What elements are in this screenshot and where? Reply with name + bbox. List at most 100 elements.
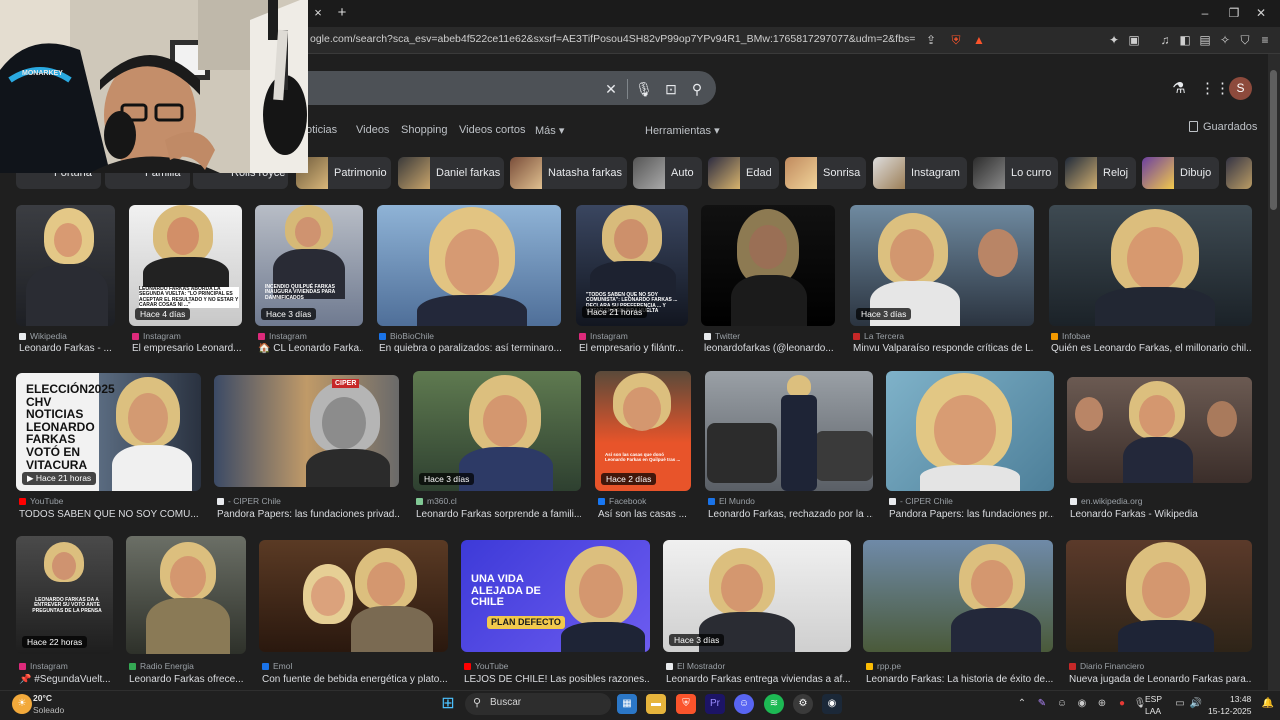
tab-more[interactable]: Más ▾ bbox=[535, 124, 564, 138]
image-result-21[interactable] bbox=[863, 540, 1053, 652]
tab-short-videos[interactable]: Videos cortos bbox=[459, 124, 525, 138]
tray-pen-icon[interactable]: ✎ bbox=[1032, 694, 1052, 714]
image-result-9[interactable]: ELECCIÓN2025 CHV NOTICIAS LEONARDO FARKA… bbox=[16, 373, 201, 491]
tools-button[interactable]: Herramientas ▾ bbox=[645, 124, 720, 138]
result-15-caption[interactable]: Leonardo Farkas - Wikipedia bbox=[1070, 509, 1252, 522]
search-input[interactable] bbox=[300, 71, 716, 105]
result-17-caption[interactable]: Leonardo Farkas ofrece... bbox=[129, 674, 246, 687]
spotify-icon[interactable]: ≋ bbox=[764, 694, 784, 714]
clock-time[interactable]: 13:48 bbox=[1230, 694, 1251, 704]
result-18-caption[interactable]: Con fuente de bebida energética y plato.… bbox=[262, 674, 448, 687]
image-result-13[interactable] bbox=[705, 371, 873, 491]
discord-icon[interactable]: ☺ bbox=[734, 694, 754, 714]
result-19-caption[interactable]: LEJOS DE CHILE! Las posibles razones... bbox=[464, 674, 650, 687]
taskbar-search[interactable]: ⚲ Buscar bbox=[465, 693, 611, 715]
image-result-17[interactable] bbox=[126, 536, 246, 654]
premiere-pro-icon[interactable]: Pr bbox=[705, 694, 725, 714]
chip-dibujo[interactable]: Dibujo bbox=[1142, 157, 1219, 189]
chip-lo-curro[interactable]: Lo curro bbox=[973, 157, 1058, 189]
result-14-caption[interactable]: Pandora Papers: las fundaciones pr... bbox=[889, 509, 1054, 522]
result-8-caption[interactable]: Quién es Leonardo Farkas, el millonario … bbox=[1051, 343, 1252, 356]
image-result-1[interactable] bbox=[16, 205, 115, 326]
result-1-caption[interactable]: Leonardo Farkas - ... bbox=[19, 343, 115, 356]
chip-sonrisa[interactable]: Sonrisa bbox=[785, 157, 866, 189]
tray-discord-icon[interactable]: ☺ bbox=[1052, 694, 1072, 714]
weather-desc[interactable]: Soleado bbox=[33, 705, 64, 715]
result-13-caption[interactable]: Leonardo Farkas, rechazado por la ... bbox=[708, 509, 873, 522]
brave-rewards-icon[interactable]: ▲ bbox=[969, 31, 989, 49]
result-5-caption[interactable]: El empresario y filántr... bbox=[579, 343, 688, 356]
chip-reloj[interactable]: Reloj bbox=[1065, 157, 1136, 189]
minimize-button[interactable]: – bbox=[1196, 4, 1214, 22]
weather-temp[interactable]: 20°C bbox=[33, 693, 52, 703]
new-tab-button[interactable]: + bbox=[333, 4, 351, 22]
image-result-11[interactable]: Hace 3 días bbox=[413, 371, 581, 491]
chip-edad[interactable]: Edad bbox=[708, 157, 779, 189]
leo-ai-icon[interactable]: ✧ bbox=[1215, 31, 1235, 49]
result-6-caption[interactable]: leonardofarkas (@leonardo... bbox=[704, 343, 835, 356]
language-bottom[interactable]: LAA bbox=[1145, 706, 1161, 716]
image-result-4[interactable] bbox=[377, 205, 561, 326]
image-result-10[interactable]: CIPER bbox=[214, 375, 399, 487]
tray-recording-icon[interactable]: ● bbox=[1112, 694, 1132, 714]
result-4-caption[interactable]: En quiebra o paralizados: así terminaro.… bbox=[379, 343, 561, 356]
image-result-2[interactable]: LEONARDO FARKAS ABORDA LA SEGUNDA VUELTA… bbox=[129, 205, 242, 326]
saved-button[interactable]: Guardados bbox=[1189, 121, 1257, 133]
image-result-8[interactable] bbox=[1049, 205, 1252, 326]
brave-browser-icon[interactable]: ⛨ bbox=[676, 694, 696, 714]
image-result-7[interactable]: Hace 3 días bbox=[850, 205, 1034, 326]
tab-news[interactable]: oticias bbox=[306, 124, 337, 138]
extensions-icon[interactable]: ✦ bbox=[1104, 31, 1124, 49]
image-result-15[interactable] bbox=[1067, 377, 1252, 483]
restore-button[interactable]: ❐ bbox=[1225, 4, 1243, 22]
tray-controller-icon[interactable]: ⊕ bbox=[1092, 694, 1112, 714]
clock-date[interactable]: 15-12-2025 bbox=[1208, 706, 1251, 716]
result-7-caption[interactable]: Minvu Valparaíso responde críticas de L.… bbox=[853, 343, 1034, 356]
vpn-icon[interactable]: ⛉ bbox=[1235, 31, 1255, 49]
result-10-caption[interactable]: Pandora Papers: las fundaciones privad..… bbox=[217, 509, 399, 522]
search-icon[interactable]: ⚲ bbox=[688, 80, 706, 98]
tray-steam-icon[interactable]: ◉ bbox=[1072, 694, 1092, 714]
media-icon[interactable]: ♫ bbox=[1155, 31, 1175, 49]
volume-icon[interactable]: 🔊 bbox=[1186, 694, 1206, 714]
result-21-caption[interactable]: Leonardo Farkas: La historia de éxito de… bbox=[866, 674, 1053, 687]
result-20-caption[interactable]: Leonardo Farkas entrega viviendas a af..… bbox=[666, 674, 851, 687]
image-result-12[interactable]: Así son las casas que donó Leonardo Fark… bbox=[595, 371, 691, 491]
image-result-6[interactable] bbox=[701, 205, 835, 326]
image-result-19[interactable]: UNA VIDA ALEJADA DE CHILE PLAN DEFECTO bbox=[461, 540, 650, 652]
wallet-icon[interactable]: ▤ bbox=[1195, 31, 1215, 49]
menu-icon[interactable]: ≡ bbox=[1255, 31, 1275, 49]
chip-patrimonio[interactable]: Patrimonio bbox=[296, 157, 391, 189]
image-result-18[interactable] bbox=[259, 540, 448, 652]
result-2-caption[interactable]: El empresario Leonard... bbox=[132, 343, 242, 356]
result-9-caption[interactable]: TODOS SABEN QUE NO SOY COMU... bbox=[19, 509, 201, 522]
scrollbar-thumb[interactable] bbox=[1270, 70, 1277, 210]
image-result-20[interactable]: Hace 3 días bbox=[663, 540, 851, 652]
chip-natasha-farkas[interactable]: Natasha farkas bbox=[510, 157, 627, 189]
microphone-icon[interactable]: 🎙 bbox=[635, 80, 653, 98]
widgets-icon[interactable]: ▦ bbox=[617, 694, 637, 714]
file-explorer-icon[interactable]: ▬ bbox=[646, 694, 666, 714]
share-icon[interactable]: ⇪ bbox=[921, 31, 941, 49]
chip-instagram[interactable]: Instagram bbox=[873, 157, 967, 189]
image-result-16[interactable]: LEONARDO FARKAS DA A ENTREVER SU VOTO AN… bbox=[16, 536, 113, 654]
clear-search-icon[interactable]: ✕ bbox=[602, 80, 620, 98]
chip-partial[interactable] bbox=[1226, 157, 1252, 189]
brave-shields-icon[interactable]: ⛨ bbox=[946, 31, 966, 49]
tray-overflow-icon[interactable]: ⌃ bbox=[1012, 694, 1032, 714]
result-16-caption[interactable]: 📌 #SegundaVuelt... bbox=[19, 674, 113, 687]
notifications-icon[interactable]: 🔔 bbox=[1260, 694, 1276, 714]
close-tab-icon[interactable]: × bbox=[309, 4, 327, 22]
settings-icon[interactable]: ⚙ bbox=[793, 694, 813, 714]
account-avatar[interactable]: S bbox=[1229, 77, 1252, 100]
windows-start-icon[interactable]: ⊞ bbox=[438, 694, 458, 714]
image-result-3[interactable]: INCENDIO QUILPUÉ FARKAS INAUGURA VIVIEND… bbox=[255, 205, 363, 326]
weather-icon[interactable]: ☀ bbox=[12, 694, 32, 714]
tab-videos[interactable]: Videos bbox=[356, 124, 389, 138]
address-bar-url[interactable]: ogle.com/search?sca_esv=abeb4f522ce11e62… bbox=[310, 33, 915, 48]
close-window-button[interactable]: ✕ bbox=[1252, 4, 1270, 22]
image-result-5[interactable]: "TODOS SABEN QUE NO SOY COMUNISTA": LEON… bbox=[576, 205, 688, 326]
labs-icon[interactable]: ⚗ bbox=[1169, 79, 1189, 99]
image-result-22[interactable] bbox=[1066, 540, 1252, 652]
sidebar-icon[interactable]: ◧ bbox=[1175, 31, 1195, 49]
